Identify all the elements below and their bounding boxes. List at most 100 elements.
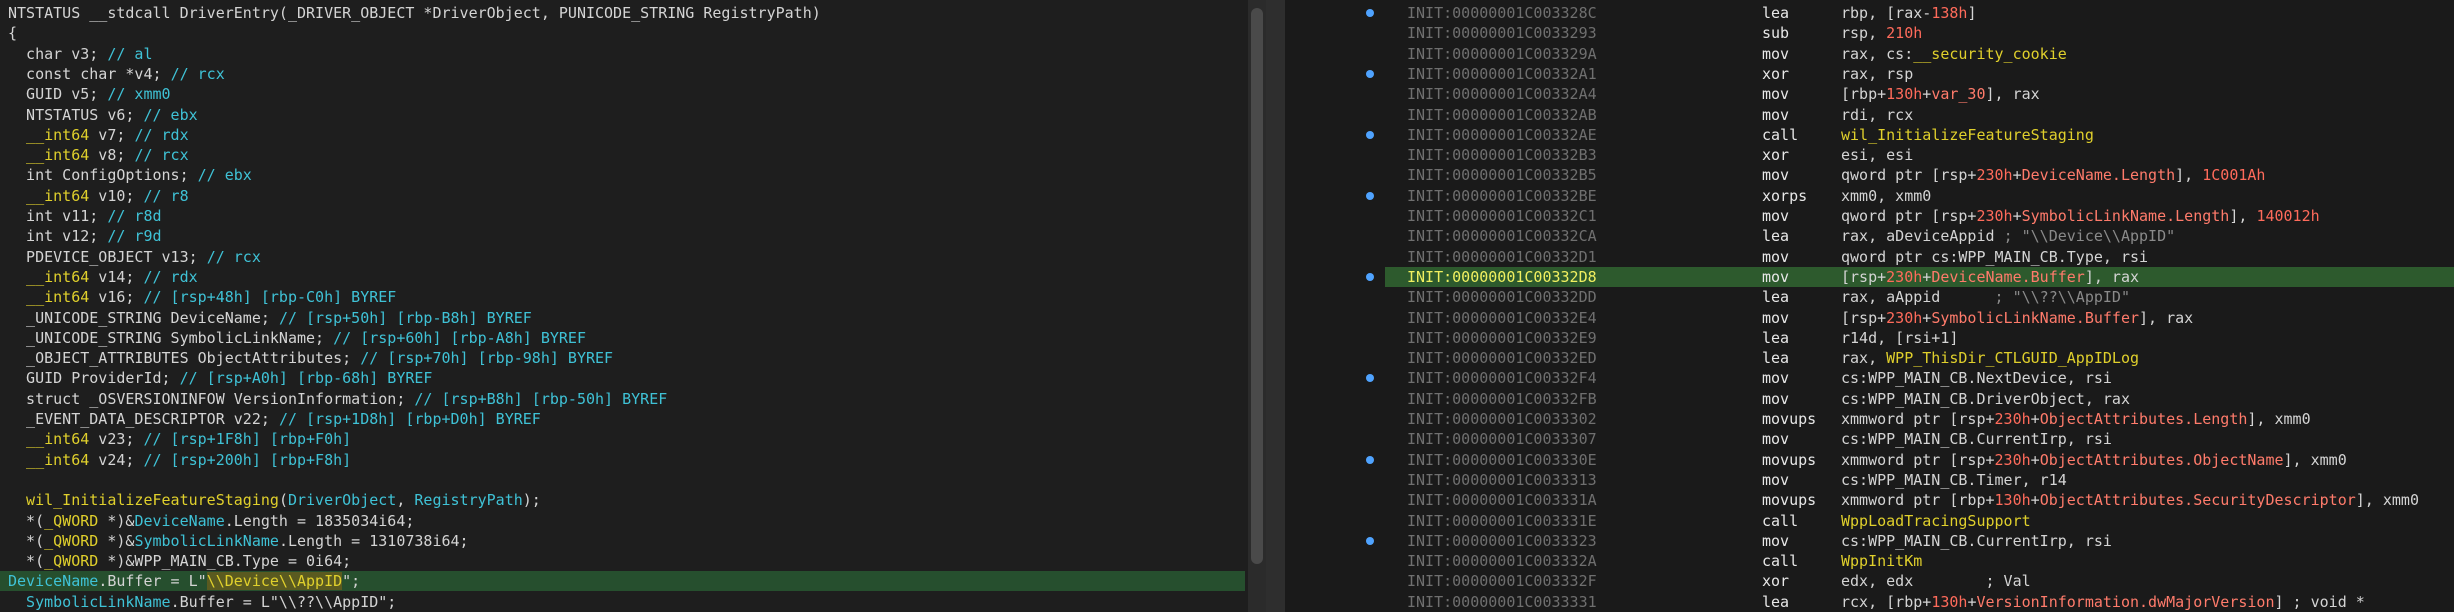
- breakpoint-gutter[interactable]: [1285, 0, 1385, 612]
- code-token: // [rsp+60h] [rbp-A8h] BYREF: [333, 328, 586, 347]
- code-token: ";: [342, 572, 361, 591]
- pseudocode-line[interactable]: __int64 v7; // rdx: [8, 125, 189, 145]
- instruction-address: INIT:00000001C00332A4: [1407, 85, 1597, 104]
- instruction-operands: WppLoadTracingSupport: [1841, 511, 2031, 531]
- pseudocode-line[interactable]: GUID ProviderId; // [rsp+A0h] [rbp-68h] …: [8, 368, 432, 388]
- instruction-operands: [rsp+230h+SymbolicLinkName.Buffer], rax: [1841, 308, 2193, 328]
- operand-token: VersionInformation.dwMajorVersion: [1976, 592, 2275, 611]
- disasm-row[interactable]: INIT:00000001C00332BE xorps xmm0, xmm0: [1385, 186, 2454, 206]
- pseudocode-line[interactable]: SymbolicLinkName.Buffer = L"\\??\\AppID"…: [8, 592, 396, 612]
- code-token: DriverObject: [287, 491, 397, 510]
- pseudocode-line[interactable]: _UNICODE_STRING DeviceName; // [rsp+50h]…: [8, 308, 532, 328]
- instruction-address: INIT:00000001C0033331: [1407, 592, 1597, 611]
- disasm-row[interactable]: INIT:00000001C00332AB mov rdi, rcx: [1385, 105, 2454, 125]
- disasm-row[interactable]: INIT:00000001C0033293 sub rsp, 210h: [1385, 23, 2454, 43]
- code-token: // [rsp+50h] [rbp-B8h] BYREF: [278, 308, 532, 327]
- disasm-row[interactable]: INIT:00000001C003331A movups xmmword ptr […: [1385, 490, 2454, 510]
- pseudocode-line[interactable]: _OBJECT_ATTRIBUTES ObjectAttributes; // …: [8, 348, 613, 368]
- pseudocode-line[interactable]: int v11; // r8d: [8, 206, 161, 226]
- pseudocode-line[interactable]: const char *v4; // rcx: [8, 64, 225, 84]
- pseudocode-line[interactable]: char v3; // al: [8, 44, 152, 64]
- disasm-row[interactable]: INIT:00000001C00332E9 lea r14d, [rsi+1]: [1385, 328, 2454, 348]
- disasm-row[interactable]: INIT:00000001C0033307 mov cs:WPP_MAIN_CB.C…: [1385, 429, 2454, 449]
- disassembly-view[interactable]: INIT:00000001C003328C lea rbp, [rax-138h] I…: [1385, 0, 2454, 612]
- pseudocode-line[interactable]: __int64 v14; // rdx: [8, 267, 198, 287]
- disasm-row[interactable]: INIT:00000001C003332A call WppInitKm: [1385, 551, 2454, 571]
- pseudocode-line[interactable]: {: [8, 23, 17, 43]
- operand-token: 230h: [1886, 267, 1923, 286]
- pseudocode-line[interactable]: int ConfigOptions; // ebx: [8, 165, 252, 185]
- pseudocode-line[interactable]: NTSTATUS v6; // ebx: [8, 105, 198, 125]
- disasm-row[interactable]: INIT:00000001C00332E4 mov [rsp+230h+Symbol…: [1385, 308, 2454, 328]
- pseudocode-scrollbar[interactable]: [1248, 0, 1266, 612]
- instruction-mnemonic: mov: [1762, 247, 1790, 266]
- pseudocode-line[interactable]: GUID v5; // xmm0: [8, 84, 171, 104]
- disasm-row[interactable]: INIT:00000001C00332D1 mov qword ptr cs:WPP…: [1385, 247, 2454, 267]
- pseudocode-line[interactable]: *(_QWORD *)&WPP_MAIN_CB.Type = 0i64;: [8, 551, 351, 571]
- breakpoint-dot-icon[interactable]: [1366, 536, 1374, 545]
- instruction-address: INIT:00000001C00332D1: [1407, 247, 1597, 266]
- pseudocode-line[interactable]: NTSTATUS __stdcall DriverEntry(_DRIVER_O…: [8, 3, 821, 23]
- pseudocode-line[interactable]: *(_QWORD *)&DeviceName.Length = 1835034i…: [8, 511, 414, 531]
- disasm-row[interactable]: INIT:00000001C00332B5 mov qword ptr [rsp+2…: [1385, 165, 2454, 185]
- disasm-row[interactable]: INIT:00000001C003328C lea rbp, [rax-138h]: [1385, 3, 2454, 23]
- pseudocode-line[interactable]: _EVENT_DATA_DESCRIPTOR v22; // [rsp+1D8h…: [8, 409, 541, 429]
- pseudocode-view[interactable]: NTSTATUS __stdcall DriverEntry(_DRIVER_O…: [0, 0, 1245, 612]
- instruction-operands: WppInitKm: [1841, 551, 1922, 571]
- disasm-row[interactable]: INIT:00000001C00332ED lea rax, WPP_ThisDir…: [1385, 348, 2454, 368]
- disasm-row[interactable]: INIT:00000001C0033313 mov cs:WPP_MAIN_CB.T…: [1385, 470, 2454, 490]
- disasm-row[interactable]: INIT:00000001C00332AE call wil_InitializeF…: [1385, 125, 2454, 145]
- code-token: v8;: [89, 146, 135, 165]
- code-token: __int64: [8, 186, 90, 205]
- breakpoint-dot-icon[interactable]: [1366, 69, 1374, 78]
- operand-token: ], rax: [2084, 267, 2140, 286]
- scrollbar-thumb[interactable]: [1251, 8, 1263, 564]
- disasm-row[interactable]: INIT:00000001C003332F xor edx, edx ; Val: [1385, 571, 2454, 591]
- disasm-row[interactable]: INIT:00000001C00332CA lea rax, aDeviceAppi…: [1385, 226, 2454, 246]
- disasm-row[interactable]: INIT:00000001C003330E movups xmmword ptr […: [1385, 450, 2454, 470]
- disasm-row[interactable]: INIT:00000001C00332FB mov cs:WPP_MAIN_CB.D…: [1385, 389, 2454, 409]
- code-token: // [rsp+A0h] [rbp-68h] BYREF: [179, 369, 433, 388]
- breakpoint-dot-icon[interactable]: [1366, 130, 1374, 139]
- breakpoint-dot-icon[interactable]: [1366, 374, 1374, 383]
- pseudocode-line[interactable]: PDEVICE_OBJECT v13; // rcx: [8, 247, 261, 267]
- code-token: v14;: [89, 267, 144, 286]
- pseudocode-line[interactable]: wil_InitializeFeatureStaging(DriverObjec…: [8, 490, 541, 510]
- pseudocode-line[interactable]: int v12; // r9d: [8, 226, 161, 246]
- code-token: *(: [8, 511, 45, 530]
- disasm-row[interactable]: INIT:00000001C003329A mov rax, cs:__securi…: [1385, 44, 2454, 64]
- breakpoint-dot-icon[interactable]: [1366, 9, 1374, 17]
- pseudocode-line[interactable]: __int64 v24; // [rsp+200h] [rbp+F8h]: [8, 450, 351, 470]
- disasm-row[interactable]: INIT:00000001C0033331 lea rcx, [rbp+130h+V…: [1385, 592, 2454, 612]
- breakpoint-dot-icon[interactable]: [1366, 455, 1374, 464]
- operand-token: WppInitKm: [1841, 552, 1923, 571]
- disasm-row[interactable]: INIT:00000001C003331E call WppLoadTracingS…: [1385, 511, 2454, 531]
- pseudocode-line[interactable]: DeviceName.Buffer = L"\\Device\\AppID";: [0, 571, 1245, 592]
- pane-splitter[interactable]: [1266, 0, 1285, 612]
- disasm-row[interactable]: INIT:00000001C00332B3 xor esi, esi: [1385, 145, 2454, 165]
- pseudocode-line[interactable]: _UNICODE_STRING SymbolicLinkName; // [rs…: [8, 328, 586, 348]
- breakpoint-dot-icon[interactable]: [1366, 191, 1374, 200]
- instruction-address: INIT:00000001C00332E9: [1407, 328, 1597, 347]
- code-token: // [rsp+48h] [rbp-C0h] BYREF: [143, 288, 397, 307]
- pseudocode-line[interactable]: __int64 v16; // [rsp+48h] [rbp-C0h] BYRE…: [8, 287, 396, 307]
- disasm-row[interactable]: INIT:00000001C00332F4 mov cs:WPP_MAIN_CB.N…: [1385, 368, 2454, 388]
- pseudocode-line[interactable]: __int64 v10; // r8: [8, 186, 189, 206]
- disasm-row[interactable]: INIT:00000001C00332D8 mov [rsp+230h+Device…: [1385, 266, 2454, 287]
- disasm-row[interactable]: INIT:00000001C00332C1 mov qword ptr [rsp+2…: [1385, 206, 2454, 226]
- disasm-row[interactable]: INIT:00000001C0033323 mov cs:WPP_MAIN_CB.C…: [1385, 531, 2454, 551]
- pseudocode-line[interactable]: *(_QWORD *)&SymbolicLinkName.Length = 13…: [8, 531, 469, 551]
- operand-token: +: [2030, 410, 2040, 428]
- pseudocode-line[interactable]: __int64 v8; // rcx: [8, 145, 189, 165]
- breakpoint-dot-icon[interactable]: [1366, 272, 1374, 281]
- disasm-row[interactable]: INIT:00000001C00332A4 mov [rbp+130h+var_30…: [1385, 84, 2454, 104]
- pseudocode-line[interactable]: struct _OSVERSIONINFOW VersionInformatio…: [8, 389, 667, 409]
- disasm-row[interactable]: INIT:00000001C00332A1 xor rax, rsp: [1385, 64, 2454, 84]
- pseudocode-line[interactable]: __int64 v23; // [rsp+1F8h] [rbp+F0h]: [8, 429, 351, 449]
- code-token: *(: [8, 531, 45, 550]
- disasm-row[interactable]: INIT:00000001C00332DD lea rax, aAppid ; "\…: [1385, 287, 2454, 307]
- instruction-operands: esi, esi: [1841, 145, 1913, 165]
- disasm-row[interactable]: INIT:00000001C0033302 movups xmmword ptr […: [1385, 409, 2454, 429]
- operand-token: rax, cs:: [1841, 44, 1914, 63]
- code-token: int v12;: [8, 227, 108, 246]
